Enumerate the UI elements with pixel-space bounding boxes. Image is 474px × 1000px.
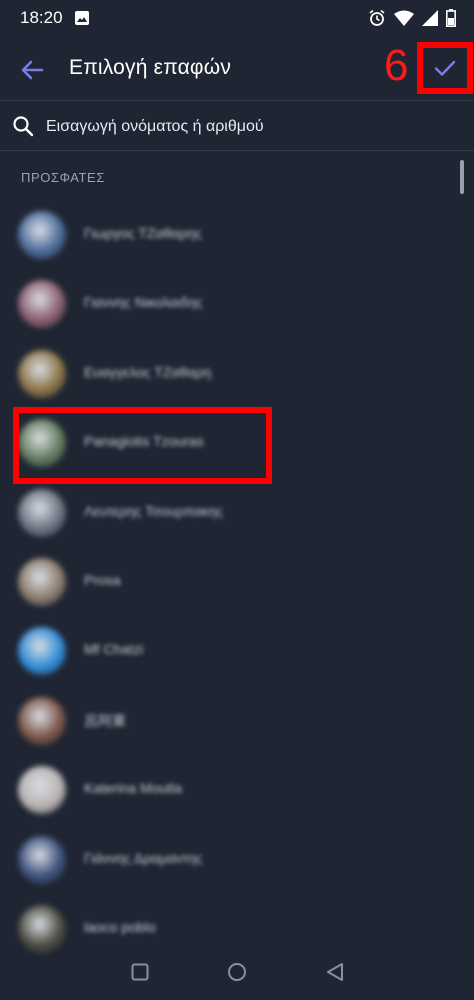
contact-list-item[interactable]: Prosa — [0, 547, 474, 617]
contact-list-item[interactable]: Panagiotis Tzouras — [0, 408, 474, 478]
home-circle-icon[interactable] — [227, 962, 247, 982]
battery-icon — [446, 9, 456, 27]
avatar — [18, 280, 66, 329]
recents-square-icon[interactable] — [131, 963, 149, 981]
contact-name: Katerina Moutla — [84, 780, 183, 797]
contact-name: Γιωργος ΤΖαθαρης — [84, 225, 202, 241]
navigation-bar — [0, 944, 474, 1000]
contact-name: Γιαννης Νικολαιδης — [84, 294, 203, 311]
contact-name: Mf Chatzi — [84, 641, 144, 658]
avatar — [18, 558, 66, 606]
contact-list-item[interactable]: Γιάννης Δραμαντης — [0, 825, 474, 895]
avatar — [18, 627, 66, 676]
scrollbar[interactable] — [460, 160, 464, 194]
search-icon — [13, 116, 34, 137]
back-arrow-icon[interactable] — [18, 56, 46, 84]
contact-list-item[interactable]: Ευαγγελος ΤΖαθαρη — [0, 339, 474, 409]
step-annotation: 6 — [384, 41, 409, 90]
status-time: 18:20 — [20, 8, 63, 27]
contact-name: Prosa — [84, 572, 121, 588]
contact-list-item[interactable]: Mf Chatzi — [0, 616, 474, 686]
contact-name: Panagiotis Tzouras — [84, 433, 204, 450]
contact-list-item[interactable]: Katerina Moutla — [0, 755, 474, 825]
status-icons — [368, 9, 456, 27]
alarm-icon — [369, 9, 385, 26]
contact-name: laoco poblo — [84, 919, 156, 935]
contact-list-item[interactable]: Γιωργος ΤΖαθαρης — [0, 200, 474, 270]
avatar — [18, 766, 66, 815]
avatar — [18, 419, 66, 468]
avatar — [18, 211, 66, 259]
back-triangle-icon[interactable] — [325, 962, 345, 982]
contact-list-item[interactable]: Γιαννης Νικολαιδης — [0, 269, 474, 339]
contact-name: Ευαγγελος ΤΖαθαρη — [84, 363, 212, 380]
status-bar: 18:20 — [0, 0, 474, 36]
page-title: Επιλογή επαφών — [69, 56, 232, 79]
contact-name: 呂阿東 — [84, 712, 126, 729]
avatar — [18, 488, 66, 537]
contact-list-item[interactable]: 呂阿東 — [0, 686, 474, 756]
signal-icon — [422, 10, 438, 26]
checkmark-icon — [434, 60, 456, 76]
avatar — [18, 349, 66, 398]
section-header-recent: ΠΡΟΣΦΑΤΕΣ — [21, 170, 105, 185]
wifi-icon — [394, 10, 414, 26]
contact-list-item[interactable]: Λευτερης Τσουρπακης — [0, 478, 474, 548]
image-notification-icon — [74, 11, 89, 25]
contact-name: Γιάννης Δραμαντης — [84, 849, 203, 866]
contact-name: Λευτερης Τσουρπακης — [84, 502, 224, 519]
search-bar — [0, 101, 474, 151]
divider — [0, 150, 474, 151]
search-input[interactable] — [46, 113, 446, 141]
avatar — [18, 696, 66, 745]
confirm-button[interactable] — [417, 42, 473, 94]
app-bar: Επιλογή επαφών 6 — [0, 36, 474, 100]
avatar — [18, 835, 66, 884]
